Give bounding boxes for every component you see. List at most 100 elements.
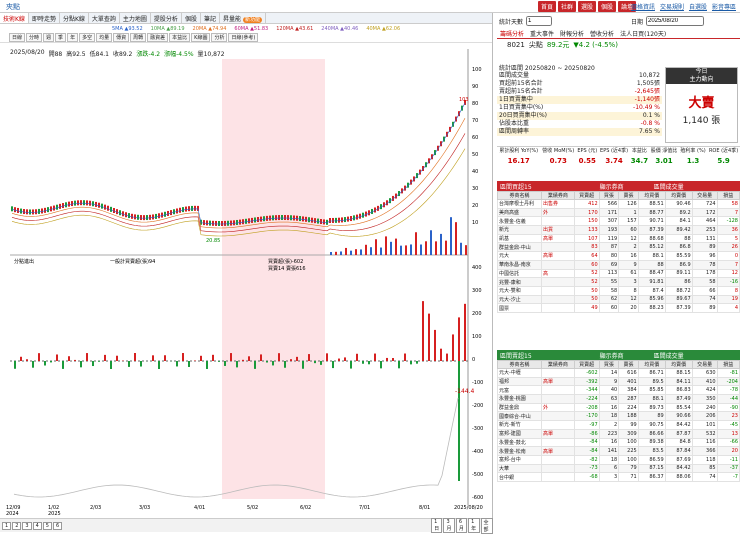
tool-button[interactable]: 周轉 <box>130 33 146 42</box>
broker-row[interactable]: 兆豐-康和5255391.818658-16 <box>498 278 740 287</box>
tool-button[interactable]: 日線(參考) <box>228 33 258 42</box>
metric-head: 累計股利 YoY(%) <box>497 147 540 154</box>
broker-row[interactable]: 元大-汐止50621285.9689.677419 <box>498 295 740 304</box>
zoom-button[interactable]: 3 <box>22 522 31 530</box>
broker-row[interactable]: 元大高單64801688.185.59960 <box>498 252 740 261</box>
candle <box>215 221 217 226</box>
candle <box>20 209 22 214</box>
tab-big-order[interactable]: 大單查詢 <box>89 13 120 23</box>
volume-bar <box>365 245 367 255</box>
broker-row[interactable]: 永豐金-鼓北-841610089.3884.8116-66 <box>498 438 740 447</box>
tool-button[interactable]: 分析 <box>211 33 227 42</box>
broker-bar <box>116 356 118 361</box>
broker-row[interactable]: 永豐金-信義15030715790.7184.1464-128 <box>498 217 740 226</box>
tool-button[interactable]: 均量 <box>96 33 112 42</box>
broker-row[interactable]: 元大-雙和5058887.488.72668 <box>498 286 740 295</box>
tool-button[interactable]: 分時 <box>26 33 42 42</box>
nav-home[interactable]: 首頁 <box>538 1 556 12</box>
tab-institutional[interactable]: 法人日買(120天) <box>617 29 669 38</box>
broker-row[interactable]: 群益金鼎-中山8387285.1286.88926 <box>498 243 740 252</box>
broker-bar <box>152 355 154 361</box>
broker-row[interactable]: 富邦-台中-821810086.5987.69118-11 <box>498 455 740 464</box>
tab-events[interactable]: 重大事件 <box>527 29 557 38</box>
zoom-button[interactable]: 6 <box>53 522 62 530</box>
tool-button[interactable]: K線圖 <box>191 33 210 42</box>
metric-head: 股價 淨值比 <box>649 147 679 154</box>
zoom-button[interactable]: 1年 <box>468 518 479 533</box>
zoom-button[interactable]: 2 <box>12 522 21 530</box>
tab-kline[interactable]: 技術K線 <box>0 13 29 23</box>
broker-bar <box>266 361 268 363</box>
date-input[interactable] <box>646 16 704 26</box>
link-rules[interactable]: 交易規則 <box>660 2 684 11</box>
nav-screener[interactable]: 選股 <box>578 1 596 12</box>
tab-volume[interactable]: 昇量能新功能 <box>220 13 266 23</box>
zoom-button[interactable]: 6月 <box>456 518 467 533</box>
broker-row[interactable]: 元富-3444038485.8586.83424-78 <box>498 386 740 395</box>
column-header: 買賣超 <box>574 192 599 200</box>
buy-section: 區間買超15顯示券商區間成交量 券商名稱業績券商買賣超買張賣張均買價均賣價交易量… <box>497 181 740 313</box>
broker-bar <box>302 361 304 369</box>
window-title: 夾點 <box>6 2 20 12</box>
candle <box>242 219 244 224</box>
tab-branch-kline[interactable]: 分點K線 <box>60 13 89 23</box>
tool-button[interactable]: 傳資 <box>113 33 129 42</box>
zoom-button[interactable]: 1日 <box>431 518 442 533</box>
tab-analysis[interactable]: 提股分析 <box>151 13 182 23</box>
tab-intraday[interactable]: 即時走勢 <box>29 13 60 23</box>
broker-row[interactable]: 新光出貨1331936087.3989.4225336 <box>498 226 740 235</box>
nav-community[interactable]: 社群 <box>558 1 576 12</box>
broker-row[interactable]: 華南永昌-南京606998886.9787 <box>498 260 740 269</box>
candle <box>35 209 37 214</box>
broker-row[interactable]: 新光-新竹-9729990.7584.42101-45 <box>498 421 740 430</box>
candle <box>341 217 343 222</box>
broker-row[interactable]: 美商高盛外170171188.7789.21727 <box>498 208 740 217</box>
broker-row[interactable]: 凱基高單1071191288.68881315 <box>498 234 740 243</box>
broker-row[interactable]: 永豐金-桃園-2246328788.187.49350-44 <box>498 395 740 404</box>
days-select[interactable] <box>526 16 552 26</box>
tool-button[interactable]: 融資差 <box>147 33 168 42</box>
broker-row[interactable]: 元大-中壢-6021461686.7188.15630-81 <box>498 369 740 378</box>
tool-button[interactable]: 日線 <box>9 33 25 42</box>
tab-main-map[interactable]: 主力地圖 <box>120 13 151 23</box>
broker-bar <box>290 359 292 361</box>
broker-row[interactable]: 國票49602088.2387.39894 <box>498 304 740 313</box>
broker-bar <box>188 361 190 367</box>
tool-button[interactable]: 週 <box>43 33 54 42</box>
candle <box>224 221 226 226</box>
stat-row: 區間成交量10,872 <box>497 72 662 80</box>
tab-chip[interactable]: 籌碼分析 <box>497 29 527 38</box>
broker-row[interactable]: 台中銀-6837186.3788.0674-7 <box>498 473 740 482</box>
tab-financial[interactable]: 財報分析 <box>557 29 587 38</box>
broker-row[interactable]: 國泰綜合-中山-170181888990.6620623 <box>498 412 740 421</box>
tool-button[interactable]: 年 <box>67 33 78 42</box>
price-tick: 70 <box>472 118 478 124</box>
tool-button[interactable]: 季 <box>55 33 66 42</box>
broker-row[interactable]: 台灣摩根士丹利出售券41256612688.5190.4672458 <box>498 200 740 209</box>
tool-button[interactable]: 多空 <box>79 33 95 42</box>
tab-revenue[interactable]: 營收分析 <box>587 29 617 38</box>
broker-row[interactable]: 永豐金-松南高單-8414122583.587.8436620 <box>498 447 740 456</box>
broker-row[interactable]: 大華-7367987.1584.4285-37 <box>498 464 740 473</box>
broker-bar <box>86 353 88 361</box>
broker-row[interactable]: 福邦高單-392940189.584.11410-204 <box>498 377 740 386</box>
zoom-button[interactable]: 1 <box>2 522 11 530</box>
zoom-button[interactable]: 4 <box>33 522 42 530</box>
tab-stock[interactable]: 個股 <box>182 13 201 23</box>
link-price[interactable]: 價格資訊 <box>631 2 655 11</box>
broker-bar <box>332 361 334 368</box>
broker-row[interactable]: 群益金鼎外-2081622489.7385.54240-90 <box>498 403 740 412</box>
link-video[interactable]: 影音專區 <box>712 2 736 11</box>
broker-bar <box>74 360 76 361</box>
zoom-button[interactable]: 5 <box>43 522 52 530</box>
candle <box>290 215 292 220</box>
tool-button[interactable]: 本益比 <box>169 33 190 42</box>
zoom-button[interactable]: 3月 <box>443 518 454 533</box>
nav-stock[interactable]: 個股 <box>598 1 616 12</box>
broker-row[interactable]: 富邦-建國高單-8622330986.6687.8753213 <box>498 429 740 438</box>
ma-label: 20MA ▲74.94 <box>193 26 227 32</box>
link-watchlist[interactable]: 自選股 <box>689 2 707 11</box>
broker-row[interactable]: 中國信託高521136188.4789.1117812 <box>498 269 740 278</box>
candle <box>26 209 28 214</box>
tab-notes[interactable]: 筆記 <box>201 13 220 23</box>
